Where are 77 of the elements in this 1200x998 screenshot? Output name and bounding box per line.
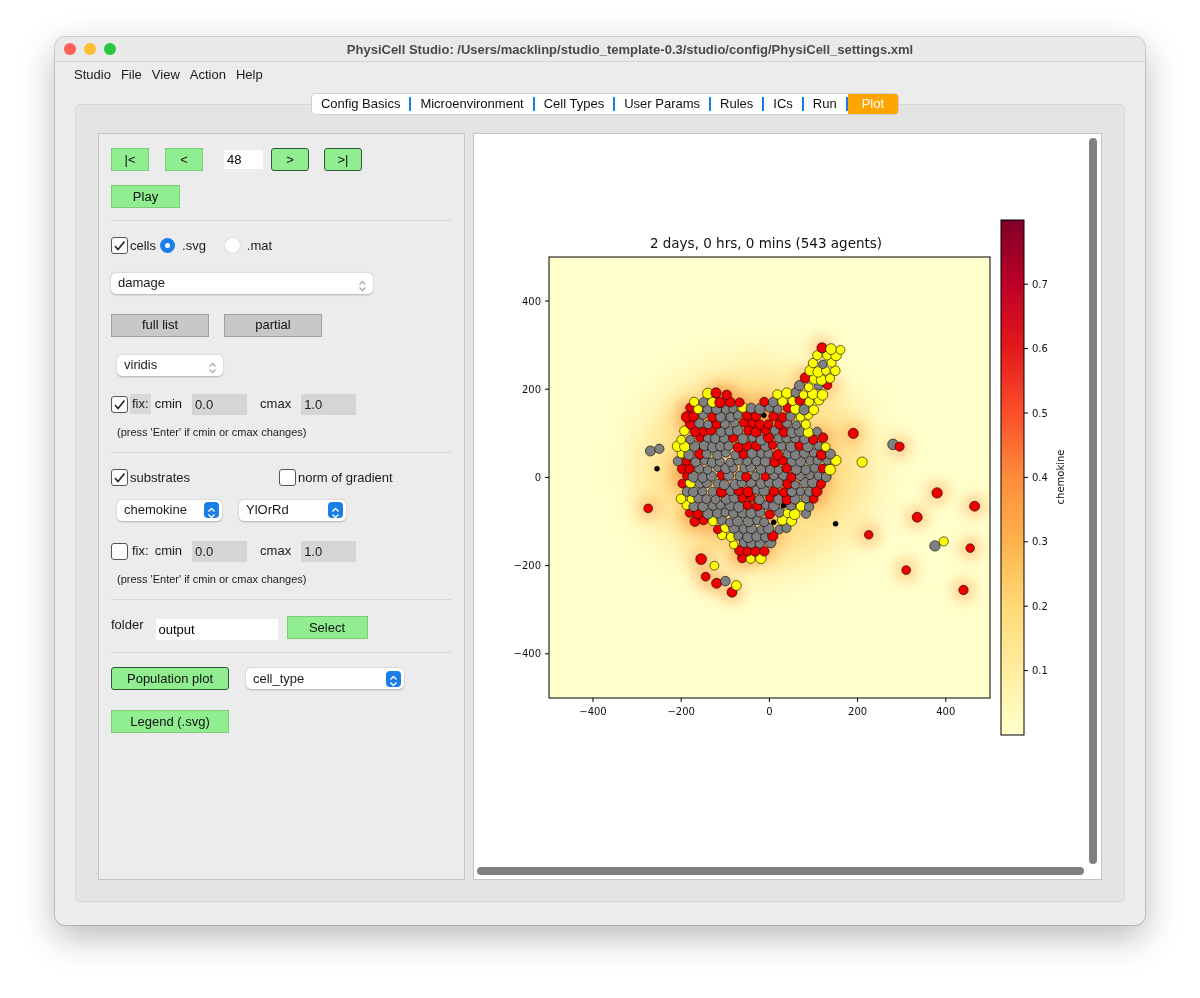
field-label: cmin [154,542,183,561]
tab[interactable]: Config Basics [311,94,410,114]
menu-item[interactable]: File [115,65,147,85]
checkbox-label: cells [130,237,156,255]
folder-field[interactable]: output [155,619,278,640]
tab[interactable]: Cell Types [534,94,614,114]
tick-label: 0.7 [1032,278,1048,290]
checkbox-label: fix: [131,542,150,561]
menu-item[interactable]: Action [184,65,231,85]
checkbox-label: substrates [130,469,190,487]
cmin-field[interactable]: 0.0 [192,393,248,415]
scrollbar[interactable] [477,867,1084,875]
window-title: PhysiCell Studio: /Users/macklinp/studio_template-0.3/studio/config/PhysiCell_settings.xml [346,41,914,59]
tab[interactable]: Rules [711,94,763,114]
dropdown[interactable]: damage [111,272,373,294]
tab[interactable]: Microenvironment [411,94,533,114]
checkbox[interactable] [111,542,128,560]
tab[interactable]: User Params [615,94,710,114]
dropdown[interactable]: chemokine [117,499,222,521]
cmax-field[interactable]: 1.0 [301,540,357,562]
select-button[interactable]: Select [286,616,368,639]
field-label: cmax [260,395,292,414]
checkbox[interactable] [279,469,296,487]
colorbar-label: chemokine [1055,449,1066,505]
legend-button[interactable]: Legend (.svg) [111,710,229,733]
tick-label: 0 [534,471,541,483]
tick-label: 400 [936,706,956,717]
play-button[interactable]: Play [111,185,180,208]
cmax-field[interactable]: 1.0 [301,393,357,415]
checkbox-label: norm of gradient [298,469,393,487]
nav-button[interactable]: < [165,148,203,171]
cmin-field[interactable]: 0.0 [192,540,248,562]
tick-label: 0.2 [1032,600,1048,612]
close-button[interactable] [64,43,76,55]
tick-label: 0.5 [1032,407,1048,419]
list-button[interactable]: full list [111,313,209,337]
radio-label: .svg [182,237,206,255]
tick-label: −400 [513,648,541,660]
field-label: folder [111,616,144,634]
radio-button[interactable] [224,238,240,254]
tick-label: 0.3 [1032,536,1048,548]
frame-field[interactable]: 48 [224,150,263,169]
hint-text: (press 'Enter' if cmin or cmax changes) [116,571,307,587]
checkbox[interactable] [111,469,128,487]
tick-label: 200 [848,706,868,717]
plot-title: 2 days, 0 hrs, 0 mins (543 agents) [649,235,883,251]
checkbox[interactable] [111,237,128,255]
menu-item[interactable]: View [146,65,185,85]
radio-button[interactable] [160,238,175,254]
tick-label: 0.6 [1032,343,1048,355]
tick-label: −200 [513,560,541,572]
tick-label: −400 [579,706,607,717]
dropdown[interactable]: cell_type [246,668,404,689]
tick-label: 0.1 [1032,665,1048,677]
dropdown[interactable]: viridis [117,354,223,376]
radio-label: .mat [246,237,273,255]
tick-label: 0.4 [1032,471,1048,483]
field-label: cmax [260,542,292,561]
tab[interactable]: Run [803,94,846,114]
nav-button[interactable]: >| [324,148,362,171]
tick-label: 200 [521,383,541,395]
tick-label: −200 [667,706,695,717]
dropdown[interactable]: YlOrRd [239,499,346,521]
hint-text: (press 'Enter' if cmin or cmax changes) [116,424,307,440]
menu-item[interactable]: Studio [69,65,116,85]
checkbox-label: fix: [130,394,151,414]
menu-item[interactable]: Help [230,65,268,85]
nav-button[interactable]: |< [111,148,149,171]
list-button[interactable]: partial [224,313,322,337]
population-plot-button[interactable]: Population plot [111,667,229,690]
tab[interactable]: ICs [764,94,802,114]
checkbox[interactable] [111,395,128,413]
scrollbar[interactable] [1089,138,1097,864]
tick-label: 400 [521,295,541,307]
field-label: cmin [154,395,183,414]
tick-label: 0 [766,706,773,717]
nav-button[interactable]: > [271,148,309,171]
